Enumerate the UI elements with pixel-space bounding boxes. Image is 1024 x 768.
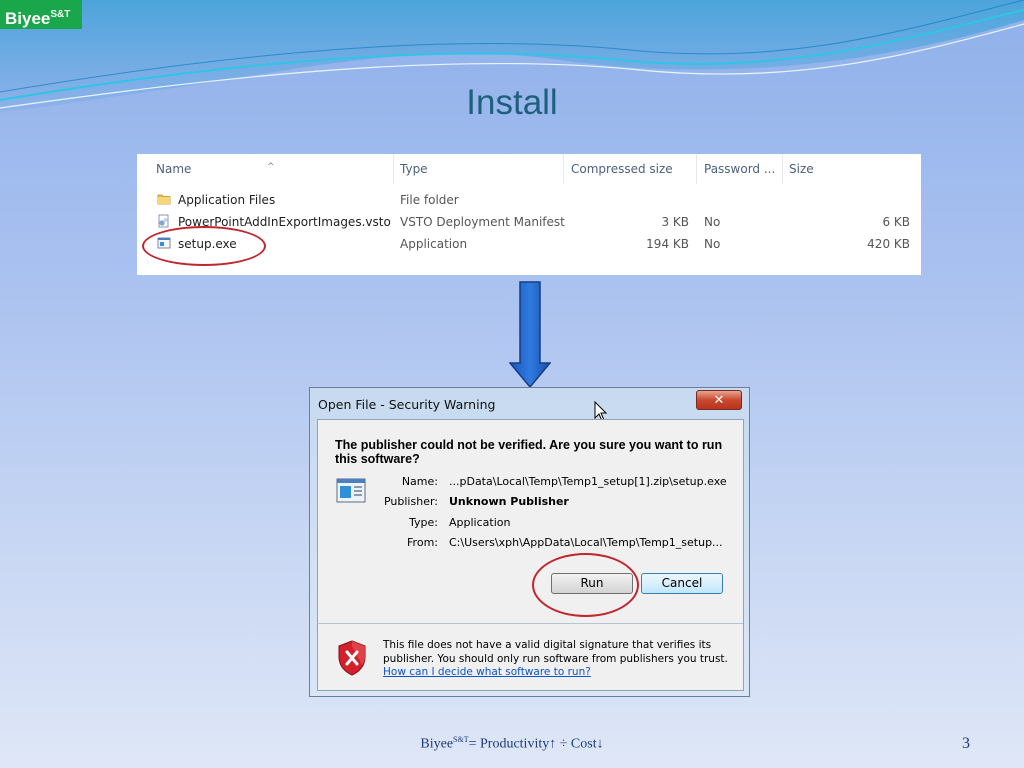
sort-ascending-icon: ^ <box>267 162 275 172</box>
publisher-value: Unknown Publisher <box>449 495 569 508</box>
file-row-application-files[interactable]: Application Files File folder <box>137 190 921 212</box>
signature-warning-text: This file does not have a valid digital … <box>383 639 728 665</box>
footer-superscript: S&T <box>453 735 469 744</box>
close-button[interactable]: ✕ <box>696 390 742 410</box>
file-type: Application <box>400 237 468 251</box>
file-type: File folder <box>400 193 459 207</box>
file-list-header: ^ Name Type Compressed size Password ...… <box>137 154 921 184</box>
file-type: VSTO Deployment Manifest <box>400 215 565 229</box>
folder-icon <box>157 194 171 205</box>
logo-text: Biyee <box>5 9 51 28</box>
down-arrow-icon <box>509 281 551 389</box>
type-value: Application <box>449 516 511 529</box>
file-compressed-size: 194 KB <box>646 237 689 251</box>
column-header-compressed-size[interactable]: Compressed size <box>571 162 673 176</box>
column-header-password[interactable]: Password ... <box>704 162 775 176</box>
name-value: ...pData\Local\Temp\Temp1_setup[1].zip\s… <box>449 475 727 488</box>
logo-superscript: S&T <box>50 9 71 20</box>
footer-brand: Biyee <box>420 736 454 752</box>
dialog-divider <box>318 623 743 624</box>
dialog-title: Open File - Security Warning <box>318 397 496 412</box>
warning-question: The publisher could not be verified. Are… <box>335 438 723 466</box>
file-password: No <box>704 237 721 251</box>
file-name: Application Files <box>178 193 276 207</box>
page-number: 3 <box>962 735 970 752</box>
file-size: 6 KB <box>882 215 910 229</box>
dialog-body: The publisher could not be verified. Are… <box>317 419 744 691</box>
file-password: No <box>704 215 721 229</box>
shield-warning-icon <box>338 640 366 676</box>
file-size: 420 KB <box>867 237 910 251</box>
slide-title: Install <box>466 83 558 122</box>
cancel-button[interactable]: Cancel <box>641 573 723 594</box>
column-header-name[interactable]: Name <box>156 162 191 176</box>
highlight-circle-run <box>532 553 639 617</box>
highlight-circle-setup <box>142 226 266 266</box>
column-header-type[interactable]: Type <box>400 162 428 176</box>
from-label: From: <box>407 536 438 549</box>
from-value: C:\Users\xph\AppData\Local\Temp\Temp1_se… <box>449 536 723 549</box>
brand-logo: BiyeeS&T <box>0 0 82 29</box>
column-header-size[interactable]: Size <box>789 162 814 176</box>
name-label: Name: <box>401 475 438 488</box>
footer-tagline: = Productivity↑ ÷ Cost↓ <box>468 736 604 752</box>
manifest-file-icon <box>158 214 169 228</box>
slide-footer: BiyeeS&T= Productivity↑ ÷ Cost↓ <box>0 735 1024 753</box>
file-compressed-size: 3 KB <box>661 215 689 229</box>
file-row-vsto-manifest[interactable]: PowerPointAddInExportImages.vsto VSTO De… <box>137 212 921 234</box>
type-label: Type: <box>409 516 438 529</box>
zip-file-list: ^ Name Type Compressed size Password ...… <box>137 154 921 275</box>
publisher-label: Publisher: <box>383 495 438 508</box>
security-warning-dialog: Open File - Security Warning ✕ The publi… <box>309 387 750 697</box>
help-link[interactable]: How can I decide what software to run? <box>383 666 591 678</box>
